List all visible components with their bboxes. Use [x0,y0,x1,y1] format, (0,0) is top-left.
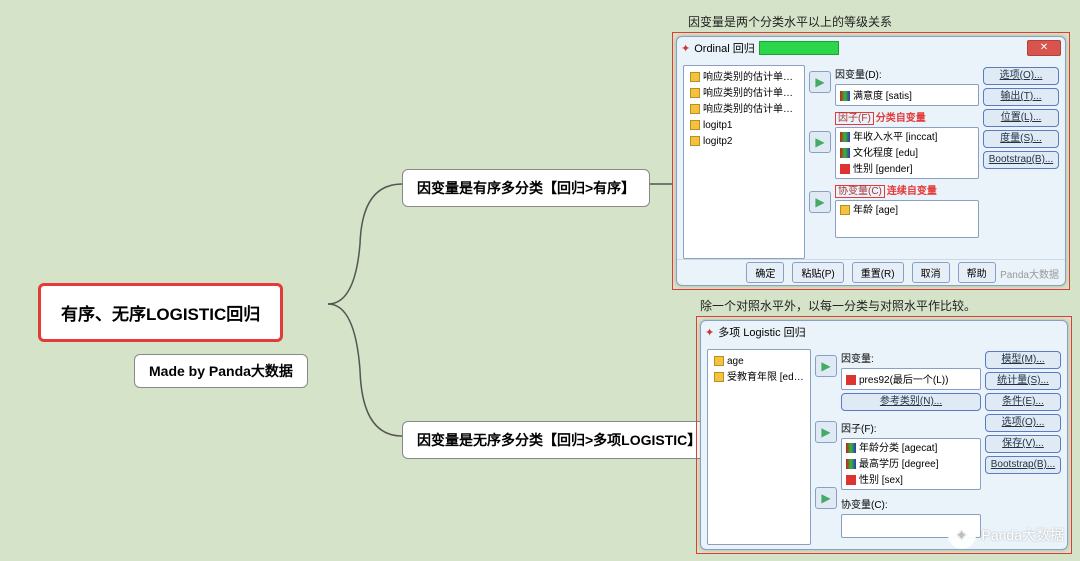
nominal-icon [846,375,856,385]
nominal-icon [846,475,856,485]
factor-label: 因子(F) [835,112,874,125]
move-factor-button[interactable]: ▶ [809,131,831,153]
factor-list[interactable]: 年收入水平 [inccat] 文化程度 [edu] 性别 [gender] [835,127,979,179]
reset-button[interactable]: 重置(R) [852,262,904,283]
options-button[interactable]: 选项(O)... [985,414,1061,432]
dep-value: pres92(最后一个(L)) [859,375,948,386]
annotation-multinomial: 除一个对照水平外，以每一分类与对照水平作比较。 [700,297,976,314]
title-green-bar [759,41,839,55]
dialog1-credit: Panda大数据 [1000,266,1059,281]
dialog-multinomial-title: 多项 Logistic 回归 [718,324,805,340]
list-item[interactable]: 年龄分类 [agecat] [859,443,937,454]
bootstrap-button[interactable]: Bootstrap(B)... [985,456,1061,474]
options-button[interactable]: 选项(O)... [983,67,1059,85]
author-node: Made by Panda大数据 [134,354,308,388]
model-button[interactable]: 模型(M)... [985,351,1061,369]
output-button[interactable]: 输出(T)... [983,88,1059,106]
root-node[interactable]: 有序、无序LOGISTIC回归 [38,283,283,342]
list-item[interactable]: 年收入水平 [inccat] [853,132,937,143]
list-item[interactable]: 性别 [gender] [853,164,912,175]
move-cov-button[interactable]: ▶ [809,191,831,213]
dep-field[interactable]: pres92(最后一个(L)) [841,368,981,390]
watermark: Panda大数据 [948,521,1064,549]
ordinal-icon [840,148,850,158]
help-button[interactable]: 帮助 [958,262,996,283]
scale-icon [714,356,724,366]
list-item[interactable]: logitp2 [703,136,732,147]
list-item[interactable]: logitp1 [703,120,732,131]
move-factor-button[interactable]: ▶ [815,421,837,443]
window-icon: ✦ [681,42,690,55]
list-item[interactable]: 性别 [sex] [859,475,903,486]
scale-icon [840,205,850,215]
paste-button[interactable]: 粘贴(P) [792,262,843,283]
ref-category-button[interactable]: 参考类别(N)... [841,393,981,411]
scale-icon [690,120,700,130]
window-icon: ✦ [705,326,714,339]
dialog2-varlist[interactable]: age 受教育年限 [educ] [707,349,811,545]
ordinal-icon [846,459,856,469]
dialog1-varlist[interactable]: 响应类别的估计单元... 响应类别的估计单元... 响应类别的估计单元... l… [683,65,805,259]
scale-icon [690,72,700,82]
dialog-ordinal-titlebar: ✦ Ordinal 回归 ✕ [677,37,1065,59]
factor-list[interactable]: 年龄分类 [agecat] 最高学历 [degree] 性别 [sex] [841,438,981,490]
save-button[interactable]: 保存(V)... [985,435,1061,453]
bootstrap-button[interactable]: Bootstrap(B)... [983,151,1059,169]
author-label: Made by Panda大数据 [149,363,293,379]
scale-icon [690,104,700,114]
scale-button[interactable]: 度量(S)... [983,130,1059,148]
factor-label: 因子(F): [841,420,981,435]
annotation-ordinal: 因变量是两个分类水平以上的等级关系 [688,13,892,30]
ordinal-icon [840,91,850,101]
dialog-ordinal: ✦ Ordinal 回归 ✕ 响应类别的估计单元... 响应类别的估计单元...… [676,36,1066,286]
move-cov-button[interactable]: ▶ [815,487,837,509]
cov-label: 协变量(C) [835,185,885,198]
nominal-icon [840,164,850,174]
cov-list[interactable]: 年龄 [age] [835,200,979,238]
list-item[interactable]: 受教育年限 [educ] [727,372,804,383]
scale-icon [690,88,700,98]
ordinal-icon [840,132,850,142]
location-button[interactable]: 位置(L)... [983,109,1059,127]
dep-label: 因变量(D): [835,66,979,81]
dep-label: 因变量: [841,350,981,365]
dialog-multinomial: ✦ 多项 Logistic 回归 age 受教育年限 [educ] ▶ ▶ ▶ … [700,320,1068,550]
dep-value: 满意度 [satis] [853,91,912,102]
list-item[interactable]: 年龄 [age] [853,205,898,216]
scale-icon [714,372,724,382]
close-icon[interactable]: ✕ [1027,40,1061,56]
watermark-text: Panda大数据 [982,525,1064,545]
list-item[interactable]: 最高学历 [degree] [859,459,938,470]
branch-ordinal-label: 因变量是有序多分类【回归>有序】 [417,180,635,196]
criteria-button[interactable]: 条件(E)... [985,393,1061,411]
branch-ordinal[interactable]: 因变量是有序多分类【回归>有序】 [402,169,650,207]
list-item[interactable]: 响应类别的估计单元... [703,72,798,83]
root-label: 有序、无序LOGISTIC回归 [61,305,260,324]
stats-button[interactable]: 统计量(S)... [985,372,1061,390]
ok-button[interactable]: 确定 [746,262,784,283]
ordinal-icon [846,443,856,453]
dialog-ordinal-title: Ordinal 回归 [694,40,755,56]
move-dep-button[interactable]: ▶ [809,71,831,93]
factor-note: 分类自变量 [876,113,926,124]
dep-field[interactable]: 满意度 [satis] [835,84,979,106]
branch-multinomial[interactable]: 因变量是无序多分类【回归>多项LOGISTIC】 [402,421,716,459]
move-dep-button[interactable]: ▶ [815,355,837,377]
list-item[interactable]: 响应类别的估计单元... [703,88,798,99]
watermark-icon [948,521,976,549]
dialog-multinomial-titlebar: ✦ 多项 Logistic 回归 [701,321,1067,343]
list-item[interactable]: 响应类别的估计单元... [703,104,798,115]
list-item[interactable]: age [727,356,744,367]
cov-note: 连续自变量 [887,186,937,197]
list-item[interactable]: 文化程度 [edu] [853,148,918,159]
scale-icon [690,136,700,146]
branch-multinomial-label: 因变量是无序多分类【回归>多项LOGISTIC】 [417,432,701,448]
cancel-button[interactable]: 取消 [912,262,950,283]
cov-label: 协变量(C): [841,496,981,511]
